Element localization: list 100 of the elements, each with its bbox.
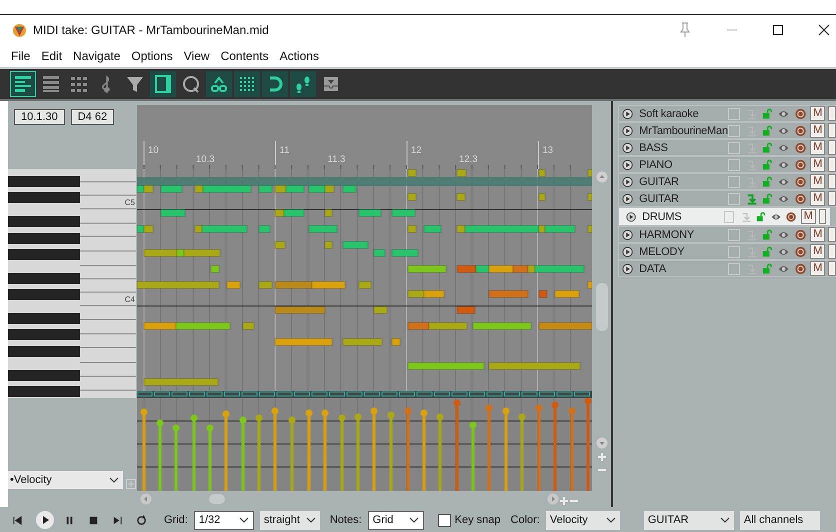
grid-size-dropdown[interactable]: 1/32 xyxy=(194,510,254,530)
solo-button[interactable] xyxy=(828,123,836,138)
track-row[interactable]: MELODY M xyxy=(618,243,836,260)
lock-icon[interactable] xyxy=(756,210,766,222)
magnet-icon[interactable] xyxy=(262,71,288,97)
scroll-right-icon[interactable] xyxy=(547,493,559,505)
play-icon[interactable] xyxy=(622,158,634,170)
solo-button[interactable] xyxy=(828,244,836,259)
dots-icon[interactable] xyxy=(234,71,260,97)
menu-item[interactable]: Options xyxy=(131,49,173,63)
lane-dropdown[interactable]: •Velocity xyxy=(8,471,123,489)
vertical-scrollbar-thumb[interactable] xyxy=(596,283,608,331)
menu-item[interactable]: File xyxy=(11,49,30,63)
menu-item[interactable]: View xyxy=(184,49,210,63)
key-snap-checkbox[interactable] xyxy=(438,514,451,526)
track-checkbox[interactable] xyxy=(724,210,734,222)
skip-back-icon[interactable] xyxy=(12,514,23,526)
mute-button[interactable]: M xyxy=(810,191,826,206)
scroll-left-icon[interactable] xyxy=(140,493,152,505)
pin-icon[interactable] xyxy=(678,22,692,38)
track-row[interactable]: DATA M xyxy=(618,260,836,277)
maximize-icon[interactable] xyxy=(772,24,784,36)
velocity-lane-drawing[interactable] xyxy=(137,398,592,491)
record-icon[interactable] xyxy=(794,176,806,188)
play-icon[interactable] xyxy=(622,228,634,240)
track-checkbox[interactable] xyxy=(728,158,740,170)
track-checkbox[interactable] xyxy=(728,246,740,258)
menu-item[interactable]: Contents xyxy=(220,49,269,63)
mute-button[interactable]: M xyxy=(800,209,816,224)
horizontal-scrollbar-thumb[interactable] xyxy=(209,494,225,504)
play-icon[interactable] xyxy=(622,246,634,258)
solo-button[interactable] xyxy=(828,106,836,121)
play-icon[interactable] xyxy=(622,176,634,188)
solo-button[interactable] xyxy=(818,209,826,224)
track-checkbox[interactable] xyxy=(728,176,740,188)
play-icon[interactable] xyxy=(622,262,634,274)
close-icon[interactable] xyxy=(818,24,830,36)
steps-icon[interactable] xyxy=(290,71,316,97)
record-icon[interactable] xyxy=(794,124,806,136)
mute-button[interactable]: M xyxy=(810,106,826,121)
track-row[interactable]: GUITAR M xyxy=(618,190,836,207)
piano-roll-icon[interactable] xyxy=(10,71,36,97)
skip-forward-icon[interactable] xyxy=(112,514,123,526)
record-icon[interactable] xyxy=(794,108,806,120)
track-row[interactable]: BASS M xyxy=(618,139,836,156)
solo-button[interactable] xyxy=(828,157,836,172)
solo-button[interactable] xyxy=(828,191,836,206)
track-row[interactable]: HARMONY M xyxy=(618,226,836,243)
mute-button[interactable]: M xyxy=(810,174,826,189)
record-icon[interactable] xyxy=(794,246,806,258)
mute-button[interactable]: M xyxy=(810,140,826,155)
color-dropdown[interactable]: Velocity xyxy=(546,510,620,530)
swing-dropdown[interactable]: straight xyxy=(260,510,320,530)
track-checkbox[interactable] xyxy=(728,108,740,120)
menu-item[interactable]: Navigate xyxy=(73,49,120,63)
channel-dropdown[interactable]: All channels xyxy=(740,510,820,530)
mute-button[interactable]: M xyxy=(810,261,826,276)
play-icon[interactable] xyxy=(622,142,634,154)
mute-button[interactable]: M xyxy=(810,157,826,172)
link-icon[interactable] xyxy=(206,71,232,97)
input-arrow-icon[interactable] xyxy=(740,210,751,222)
mute-button[interactable]: M xyxy=(810,227,826,242)
position-field[interactable]: 10.1.30 xyxy=(14,109,65,125)
track-checkbox[interactable] xyxy=(728,228,740,240)
track-checkbox[interactable] xyxy=(728,192,740,204)
play-icon[interactable] xyxy=(626,210,636,222)
track-row[interactable]: PIANO M xyxy=(618,156,836,173)
record-icon[interactable] xyxy=(794,142,806,154)
scroll-up-icon[interactable] xyxy=(596,171,608,183)
pitch-field[interactable]: D4 62 xyxy=(70,109,114,125)
piano-keyboard-drawing[interactable] xyxy=(8,169,136,398)
solo-button[interactable] xyxy=(828,174,836,189)
play-icon[interactable] xyxy=(622,108,634,120)
track-checkbox[interactable] xyxy=(728,124,740,136)
input-arrow-icon[interactable] xyxy=(746,192,758,204)
record-icon[interactable] xyxy=(794,262,806,274)
square-icon[interactable] xyxy=(150,71,176,97)
play-icon[interactable] xyxy=(622,192,634,204)
menu-item[interactable]: Actions xyxy=(280,49,319,63)
solo-button[interactable] xyxy=(828,227,836,242)
mute-button[interactable]: M xyxy=(810,123,826,138)
track-row[interactable]: GUITAR M xyxy=(618,173,836,190)
record-icon[interactable] xyxy=(794,192,806,204)
track-checkbox[interactable] xyxy=(728,262,740,274)
track-row[interactable]: DRUMS M xyxy=(618,207,830,226)
record-icon[interactable] xyxy=(794,228,806,240)
record-icon[interactable] xyxy=(794,158,806,170)
stop-icon[interactable] xyxy=(88,514,99,526)
loop-icon[interactable] xyxy=(136,514,147,526)
menu-item[interactable]: Edit xyxy=(41,49,62,63)
track-row[interactable]: MrTambourineMan M xyxy=(618,122,836,139)
midi-notes-drawing[interactable] xyxy=(137,169,592,398)
mute-button[interactable]: M xyxy=(810,244,826,259)
track-dropdown[interactable]: GUITAR xyxy=(644,510,734,530)
play-icon[interactable] xyxy=(36,511,54,529)
solo-button[interactable] xyxy=(828,140,836,155)
solo-button[interactable] xyxy=(828,261,836,276)
record-icon[interactable] xyxy=(786,210,796,222)
scroll-down-icon[interactable] xyxy=(596,437,608,449)
pause-icon[interactable] xyxy=(64,514,75,526)
